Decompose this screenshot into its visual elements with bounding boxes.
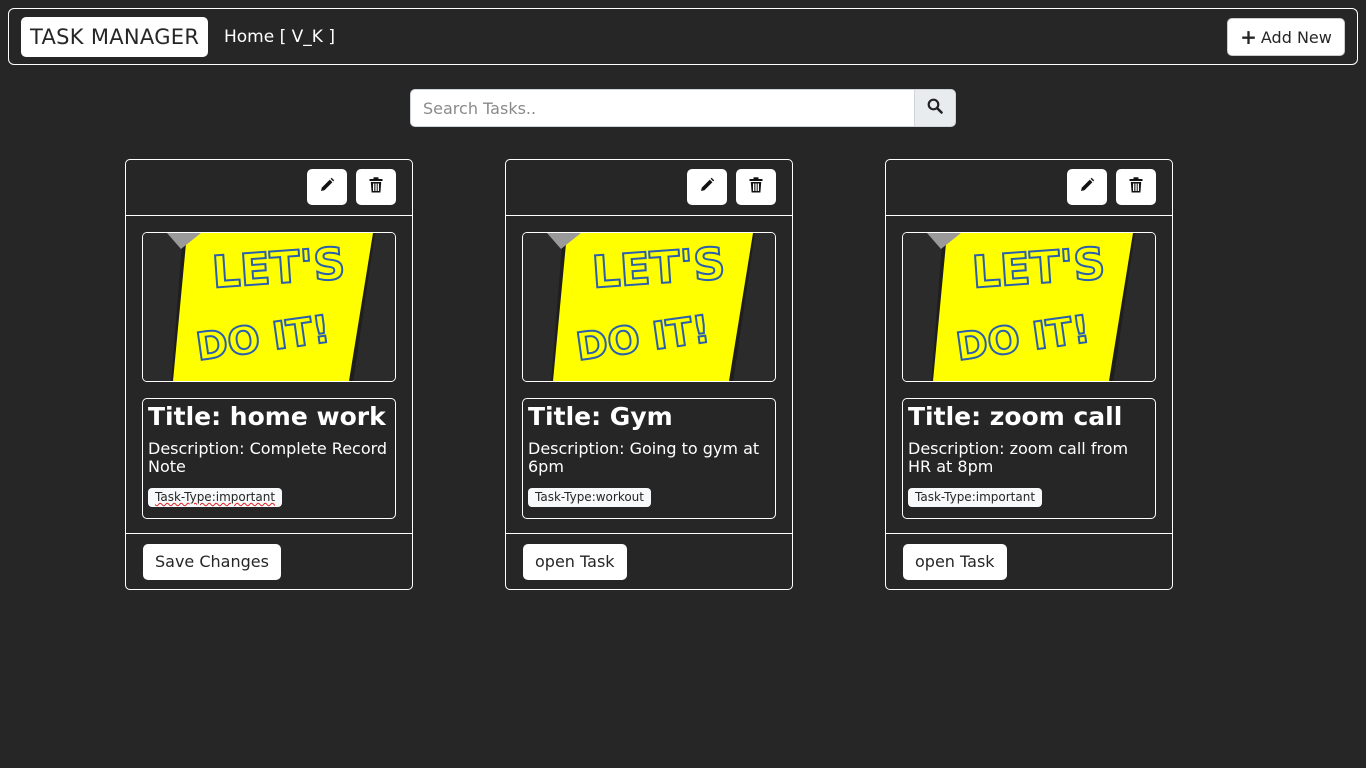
- brand-logo[interactable]: TASK MANAGER: [21, 17, 209, 57]
- edit-task-button[interactable]: [1067, 169, 1107, 205]
- task-type-badge: Task-Type:important: [148, 488, 283, 507]
- search-input[interactable]: [410, 89, 914, 127]
- note-text-line-1: LET'S: [210, 238, 347, 298]
- trash-icon: [1129, 177, 1143, 197]
- card-header: [126, 160, 412, 216]
- pencil-icon: [319, 177, 335, 197]
- task-title: Title: zoom call: [908, 402, 1123, 431]
- nav-home-link[interactable]: Home [ V_K ]: [224, 25, 335, 49]
- card-action-button[interactable]: open Task: [523, 544, 627, 580]
- trash-icon: [369, 177, 383, 197]
- card-header: [506, 160, 792, 216]
- add-new-label: Add New: [1260, 28, 1332, 47]
- note-text-line-1: LET'S: [970, 238, 1107, 298]
- search-bar: [410, 89, 956, 127]
- card-footer: Save Changes: [126, 533, 412, 589]
- task-image: LET'S DO IT!: [902, 232, 1156, 382]
- task-description: Description: Complete Record Note: [148, 439, 388, 476]
- task-card: LET'S DO IT! Title: Gym Description: Goi…: [505, 159, 793, 590]
- card-action-button[interactable]: open Task: [903, 544, 1007, 580]
- task-description: Description: zoom call from HR at 8pm: [908, 439, 1129, 476]
- delete-task-button[interactable]: [736, 169, 776, 205]
- card-body: Title: home work Description: Complete R…: [142, 398, 396, 519]
- card-header: [886, 160, 1172, 216]
- task-description: Description: Going to gym at 6pm: [528, 439, 760, 476]
- pencil-icon: [1079, 177, 1095, 197]
- task-card: LET'S DO IT! Title: zoom call Descriptio…: [885, 159, 1173, 590]
- trash-icon: [749, 177, 763, 197]
- add-new-button[interactable]: + Add New: [1227, 18, 1345, 56]
- task-card: LET'S DO IT! Title: home work Descriptio…: [125, 159, 413, 590]
- task-image: LET'S DO IT!: [142, 232, 396, 382]
- task-title: Title: Gym: [528, 402, 673, 431]
- task-title: Title: home work: [148, 402, 386, 431]
- card-footer: open Task: [506, 533, 792, 589]
- card-action-button[interactable]: Save Changes: [143, 544, 281, 580]
- edit-task-button[interactable]: [687, 169, 727, 205]
- search-icon: [927, 98, 943, 118]
- search-button[interactable]: [914, 89, 956, 127]
- task-type-badge: Task-Type:important: [908, 488, 1043, 507]
- plus-icon: +: [1240, 25, 1257, 49]
- edit-task-button[interactable]: [307, 169, 347, 205]
- card-footer: open Task: [886, 533, 1172, 589]
- delete-task-button[interactable]: [356, 169, 396, 205]
- card-body: Title: Gym Description: Going to gym at …: [522, 398, 776, 519]
- pencil-icon: [699, 177, 715, 197]
- task-image: LET'S DO IT!: [522, 232, 776, 382]
- task-type-badge: Task-Type:workout: [528, 488, 651, 507]
- card-body: Title: zoom call Description: zoom call …: [902, 398, 1156, 519]
- navbar: TASK MANAGER Home [ V_K ] + Add New: [8, 8, 1358, 65]
- delete-task-button[interactable]: [1116, 169, 1156, 205]
- note-text-line-1: LET'S: [590, 238, 727, 298]
